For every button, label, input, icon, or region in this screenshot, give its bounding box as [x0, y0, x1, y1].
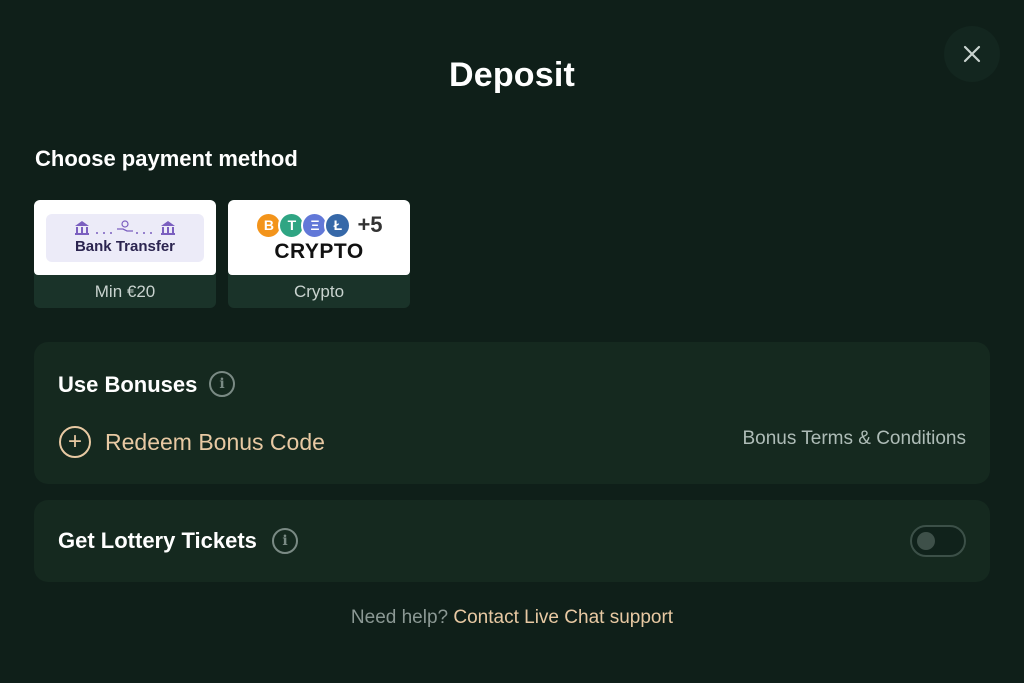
lottery-title: Get Lottery Tickets: [58, 528, 257, 553]
redeem-bonus-code-button[interactable]: + Redeem Bonus Code: [59, 426, 325, 458]
payment-method-crypto[interactable]: B T Ξ Ł +5 CRYPTO Crypto: [228, 200, 410, 308]
bank-transfer-logo-box: Bank Transfer: [34, 200, 216, 275]
help-question: Need help?: [350, 607, 449, 628]
deposit-modal: Deposit Choose payment method Bank Trans…: [0, 0, 1024, 683]
payment-method-bank-transfer[interactable]: Bank Transfer Min €20: [34, 200, 216, 308]
bank-icon: [75, 220, 175, 235]
bank-transfer-logo: Bank Transfer: [46, 213, 204, 262]
bank-transfer-caption: Min €20: [94, 281, 156, 301]
bonuses-info-icon[interactable]: i: [209, 371, 235, 397]
modal-title: Deposit: [448, 56, 576, 94]
bonuses-title: Use Bonuses: [58, 372, 198, 397]
litecoin-icon: Ł: [324, 211, 352, 239]
bonus-terms-link[interactable]: Bonus Terms & Conditions: [742, 428, 966, 450]
bank-transfer-logo-text: Bank Transfer: [74, 238, 176, 255]
crypto-logo: B T Ξ Ł +5 CRYPTO: [255, 211, 383, 264]
redeem-bonus-code-label: Redeem Bonus Code: [105, 428, 325, 455]
more-coins-count: +5: [357, 212, 383, 237]
lottery-toggle[interactable]: [910, 525, 966, 557]
toggle-knob: [917, 532, 935, 550]
lottery-info-icon[interactable]: i: [272, 528, 298, 554]
plus-circle-icon: +: [59, 426, 91, 458]
help-text: Need help? Contact Live Chat support: [0, 607, 1024, 629]
crypto-logo-text: CRYPTO: [274, 239, 364, 263]
crypto-caption: Crypto: [293, 281, 345, 301]
crypto-logo-box: B T Ξ Ł +5 CRYPTO: [228, 200, 410, 275]
lottery-card: Get Lottery Tickets i: [34, 500, 990, 582]
payment-method-label: Choose payment method: [35, 146, 298, 171]
bonuses-card: Use Bonuses i + Redeem Bonus Code Bonus …: [34, 342, 990, 484]
live-chat-support-link[interactable]: Contact Live Chat support: [453, 607, 673, 628]
crypto-coins: B T Ξ Ł +5: [255, 211, 383, 239]
